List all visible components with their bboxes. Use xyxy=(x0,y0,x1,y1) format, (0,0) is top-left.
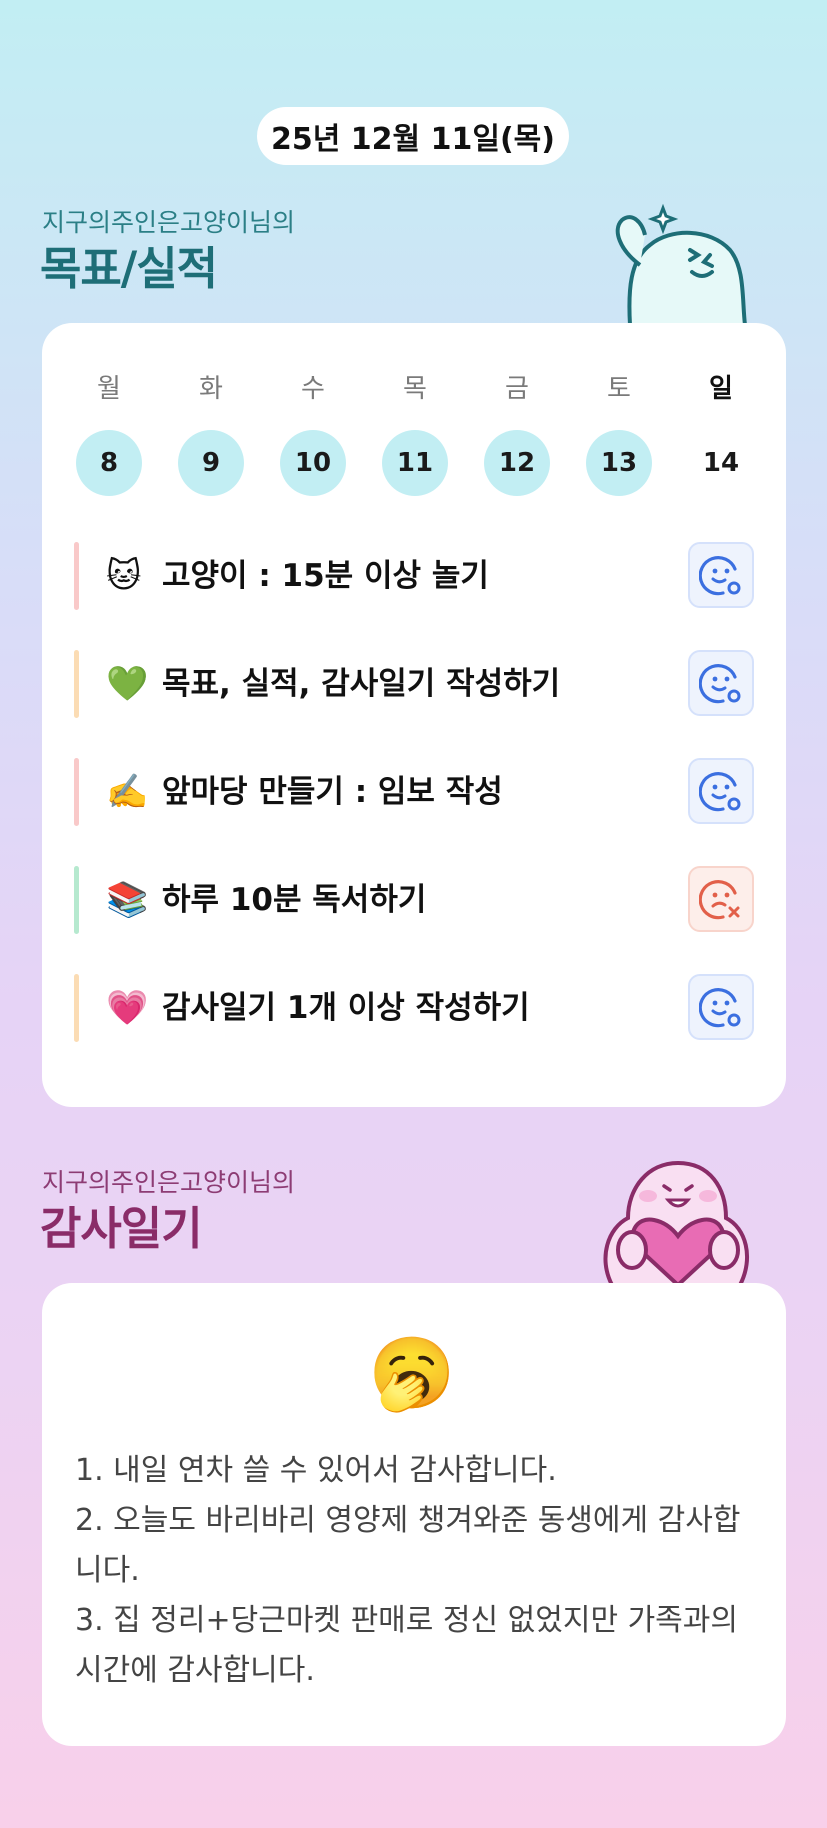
goal-item[interactable]: ✍️ 앞마당 만들기 : 임보 작성 xyxy=(74,758,754,826)
smile-check-icon xyxy=(699,556,741,596)
thanks-line: 1. 내일 연차 쓸 수 있어서 감사합니다. xyxy=(75,1453,557,1488)
thanks-line: 3. 집 정리+당근마켓 판매로 정신 없었지만 가족과의 시간에 감사합니다. xyxy=(75,1603,738,1688)
goal-text: 하루 10분 독서하기 xyxy=(162,882,427,918)
goal-item[interactable]: 📚 하루 10분 독서하기 xyxy=(74,866,754,934)
date-circle-13[interactable]: 13 xyxy=(586,430,652,496)
goal-item[interactable]: 🐱 고양이 : 15분 이상 놀기 xyxy=(74,542,754,610)
goal-text: 앞마당 만들기 : 임보 작성 xyxy=(162,774,503,810)
goal-color-bar xyxy=(74,974,79,1042)
date-circle-11[interactable]: 11 xyxy=(382,430,448,496)
day-label-sat: 토 xyxy=(607,374,631,404)
goal-color-bar xyxy=(74,542,79,610)
mascot-pink-heart-illustration xyxy=(603,1160,749,1285)
day-label-sun: 일 xyxy=(709,374,733,404)
thanks-card: 🥱 1. 내일 연차 쓸 수 있어서 감사합니다. 2. 오늘도 바리바리 영양… xyxy=(42,1283,786,1746)
goal-status-button[interactable] xyxy=(688,974,754,1040)
goal-item[interactable]: 💚 목표, 실적, 감사일기 작성하기 xyxy=(74,650,754,718)
goal-status-button[interactable] xyxy=(688,758,754,824)
date-circle-9[interactable]: 9 xyxy=(178,430,244,496)
goal-color-bar xyxy=(74,866,79,934)
goals-title: 목표/실적 xyxy=(40,242,218,295)
goal-status-button[interactable] xyxy=(688,866,754,932)
smile-check-icon xyxy=(699,772,741,812)
goal-item[interactable]: 💗 감사일기 1개 이상 작성하기 xyxy=(74,974,754,1042)
goal-text: 목표, 실적, 감사일기 작성하기 xyxy=(162,666,561,702)
date-circle-8[interactable]: 8 xyxy=(76,430,142,496)
frown-x-icon xyxy=(699,880,740,920)
thanks-body: 1. 내일 연차 쓸 수 있어서 감사합니다. 2. 오늘도 바리바리 영양제 … xyxy=(75,1446,765,1696)
goal-status-button[interactable] xyxy=(688,650,754,716)
goal-text: 고양이 : 15분 이상 놀기 xyxy=(162,558,489,594)
mascot-teal-illustration xyxy=(615,203,748,325)
goal-color-bar xyxy=(74,650,79,718)
goal-text: 감사일기 1개 이상 작성하기 xyxy=(162,990,530,1026)
day-label-tue: 화 xyxy=(199,374,223,404)
day-label-wed: 수 xyxy=(301,374,325,404)
date-circle-14[interactable]: 14 xyxy=(688,430,754,496)
goals-card: 월 화 수 목 금 토 일 8 9 10 11 12 13 14 🐱 고양이 :… xyxy=(42,323,786,1107)
pink-heart-emoji-icon: 💗 xyxy=(106,988,149,1028)
thanks-title: 감사일기 xyxy=(40,1202,203,1255)
smile-check-icon xyxy=(699,664,741,704)
date-circle-12[interactable]: 12 xyxy=(484,430,550,496)
green-heart-emoji-icon: 💚 xyxy=(106,664,149,704)
goal-status-button[interactable] xyxy=(688,542,754,608)
smile-check-icon xyxy=(699,988,741,1028)
date-circle-10[interactable]: 10 xyxy=(280,430,346,496)
day-label-mon: 월 xyxy=(97,374,121,404)
yawning-face-emoji-icon: 🥱 xyxy=(368,1332,456,1414)
goal-color-bar xyxy=(74,758,79,826)
day-label-fri: 금 xyxy=(505,374,529,404)
thanks-line: 2. 오늘도 바리바리 영양제 챙겨와준 동생에게 감사합니다. xyxy=(75,1503,741,1588)
writing-hand-emoji-icon: ✍️ xyxy=(106,772,149,812)
date-pill[interactable]: 25년 12월 11일(목) xyxy=(257,107,569,165)
books-emoji-icon: 📚 xyxy=(106,880,149,920)
cat-emoji-icon: 🐱 xyxy=(106,556,142,596)
day-label-thu: 목 xyxy=(403,374,427,404)
